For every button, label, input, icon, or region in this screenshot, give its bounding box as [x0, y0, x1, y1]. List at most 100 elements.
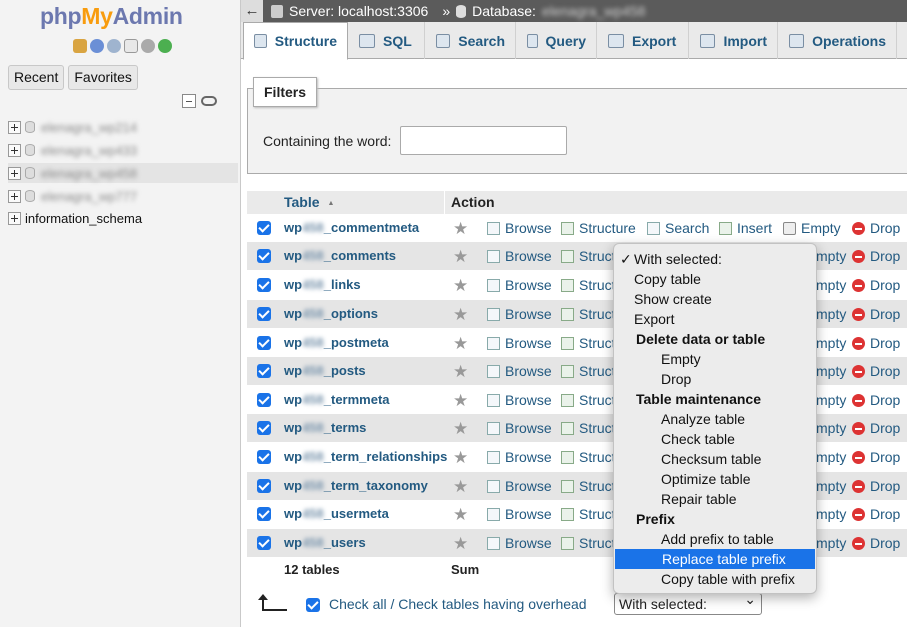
- row-checkbox[interactable]: [257, 249, 271, 263]
- row-checkbox[interactable]: [257, 507, 271, 521]
- favorite-star-icon[interactable]: ★: [453, 448, 468, 468]
- menu-item-copy-table[interactable]: Copy table: [614, 269, 816, 289]
- menu-item-repair-table[interactable]: Repair table: [614, 489, 816, 509]
- expand-plus-icon[interactable]: [8, 189, 21, 203]
- favorite-star-icon[interactable]: ★: [453, 276, 468, 296]
- browse-link[interactable]: Browse: [487, 335, 552, 351]
- empty-link[interactable]: mpty: [816, 535, 846, 551]
- favorite-star-icon[interactable]: ★: [453, 247, 468, 267]
- check-all-link[interactable]: Check all / Check tables having overhead: [329, 596, 587, 612]
- empty-link[interactable]: mpty: [816, 248, 846, 264]
- containing-word-input[interactable]: [400, 126, 567, 155]
- structure-link[interactable]: Struct: [561, 420, 616, 436]
- table-name-link[interactable]: wp458_term_taxonomy: [284, 478, 428, 493]
- browse-link[interactable]: Browse: [487, 420, 552, 436]
- recent-button[interactable]: Recent: [8, 65, 65, 90]
- favorite-star-icon[interactable]: ★: [453, 219, 468, 239]
- structure-link[interactable]: Struct: [561, 306, 616, 322]
- phpmyadmin-logo[interactable]: phpMyAdmin: [40, 3, 183, 30]
- collapse-all-icon[interactable]: [182, 94, 196, 108]
- menu-item-export[interactable]: Export: [614, 309, 816, 329]
- menu-item-checksum-table[interactable]: Checksum table: [614, 449, 816, 469]
- tab-export[interactable]: Export: [598, 22, 689, 59]
- favorite-star-icon[interactable]: ★: [453, 305, 468, 325]
- menu-item-check-table[interactable]: Check table: [614, 429, 816, 449]
- browse-link[interactable]: Browse: [487, 478, 552, 494]
- drop-link[interactable]: Drop: [852, 363, 900, 379]
- menu-item-show-create[interactable]: Show create: [614, 289, 816, 309]
- drop-link[interactable]: Drop: [852, 535, 900, 551]
- table-name-link[interactable]: wp458_usermeta: [284, 506, 389, 521]
- drop-link[interactable]: Drop: [852, 506, 900, 522]
- favorite-star-icon[interactable]: ★: [453, 362, 468, 382]
- insert-link[interactable]: Insert: [719, 220, 772, 236]
- gear-icon[interactable]: [141, 39, 155, 53]
- table-name-link[interactable]: wp458_links: [284, 277, 361, 292]
- expand-plus-icon[interactable]: [8, 143, 21, 157]
- empty-link[interactable]: mpty: [816, 306, 846, 322]
- row-checkbox[interactable]: [257, 307, 271, 321]
- db-tree-item[interactable]: elenagra_wp433: [8, 140, 238, 160]
- expand-plus-icon[interactable]: [8, 166, 21, 180]
- row-checkbox[interactable]: [257, 393, 271, 407]
- breadcrumb-server[interactable]: Server: localhost:3306: [289, 3, 428, 19]
- drop-link[interactable]: Drop: [852, 248, 900, 264]
- table-name-link[interactable]: wp458_commentmeta: [284, 220, 419, 235]
- expand-plus-icon[interactable]: [8, 211, 21, 225]
- tab-structure[interactable]: Structure: [243, 22, 348, 60]
- drop-link[interactable]: Drop: [852, 392, 900, 408]
- row-checkbox[interactable]: [257, 278, 271, 292]
- favorite-star-icon[interactable]: ★: [453, 334, 468, 354]
- menu-item-drop[interactable]: Drop: [614, 369, 816, 389]
- home-icon[interactable]: [73, 39, 87, 53]
- browse-link[interactable]: Browse: [487, 506, 552, 522]
- menu-item-empty[interactable]: Empty: [614, 349, 816, 369]
- structure-link[interactable]: Struct: [561, 335, 616, 351]
- db-name[interactable]: elenagra_wp458: [41, 166, 137, 181]
- empty-link[interactable]: mpty: [816, 506, 846, 522]
- structure-link[interactable]: Struct: [561, 478, 616, 494]
- table-name-link[interactable]: wp458_users: [284, 535, 366, 550]
- row-checkbox[interactable]: [257, 336, 271, 350]
- link-with-main-icon[interactable]: [201, 96, 217, 106]
- tab-query[interactable]: Query: [517, 22, 597, 59]
- empty-link[interactable]: mpty: [816, 449, 846, 465]
- tab-import[interactable]: Import: [690, 22, 778, 59]
- menu-item-with-selected[interactable]: ✓ With selected:: [614, 249, 816, 269]
- favorite-star-icon[interactable]: ★: [453, 419, 468, 439]
- table-name-link[interactable]: wp458_terms: [284, 420, 366, 435]
- browse-link[interactable]: Browse: [487, 363, 552, 379]
- breadcrumb-database-name[interactable]: elenagra_wp458: [542, 3, 646, 19]
- row-checkbox[interactable]: [257, 421, 271, 435]
- db-tree-item[interactable]: elenagra_wp458: [8, 163, 238, 183]
- favorite-star-icon[interactable]: ★: [453, 391, 468, 411]
- reload-icon[interactable]: [158, 39, 172, 53]
- empty-link[interactable]: mpty: [816, 335, 846, 351]
- row-checkbox[interactable]: [257, 536, 271, 550]
- table-name-link[interactable]: wp458_term_relationships: [284, 449, 447, 464]
- structure-link[interactable]: Struct: [561, 277, 616, 293]
- favorite-star-icon[interactable]: ★: [453, 477, 468, 497]
- drop-link[interactable]: Drop: [852, 306, 900, 322]
- structure-link[interactable]: Struct: [561, 449, 616, 465]
- table-name-link[interactable]: wp458_posts: [284, 363, 366, 378]
- drop-link[interactable]: Drop: [852, 220, 900, 236]
- empty-link[interactable]: mpty: [816, 478, 846, 494]
- drop-link[interactable]: Drop: [852, 478, 900, 494]
- browse-link[interactable]: Browse: [487, 277, 552, 293]
- table-name-link[interactable]: wp458_postmeta: [284, 335, 389, 350]
- db-tree-item[interactable]: information_schema: [8, 208, 238, 228]
- tab-search[interactable]: Search: [426, 22, 516, 59]
- favorite-star-icon[interactable]: ★: [453, 505, 468, 525]
- browse-link[interactable]: Browse: [487, 449, 552, 465]
- breadcrumb-database[interactable]: Database:: [472, 3, 536, 19]
- favorites-button[interactable]: Favorites: [68, 65, 138, 90]
- menu-item-add-prefix-to-table[interactable]: Add prefix to table: [614, 529, 816, 549]
- row-checkbox[interactable]: [257, 450, 271, 464]
- structure-link[interactable]: Struct: [561, 392, 616, 408]
- check-all-checkbox[interactable]: [306, 598, 320, 612]
- structure-link[interactable]: Structure: [561, 220, 636, 236]
- logout-icon[interactable]: [90, 39, 104, 53]
- structure-link[interactable]: Struct: [561, 506, 616, 522]
- with-selected-select[interactable]: With selected:: [614, 591, 762, 615]
